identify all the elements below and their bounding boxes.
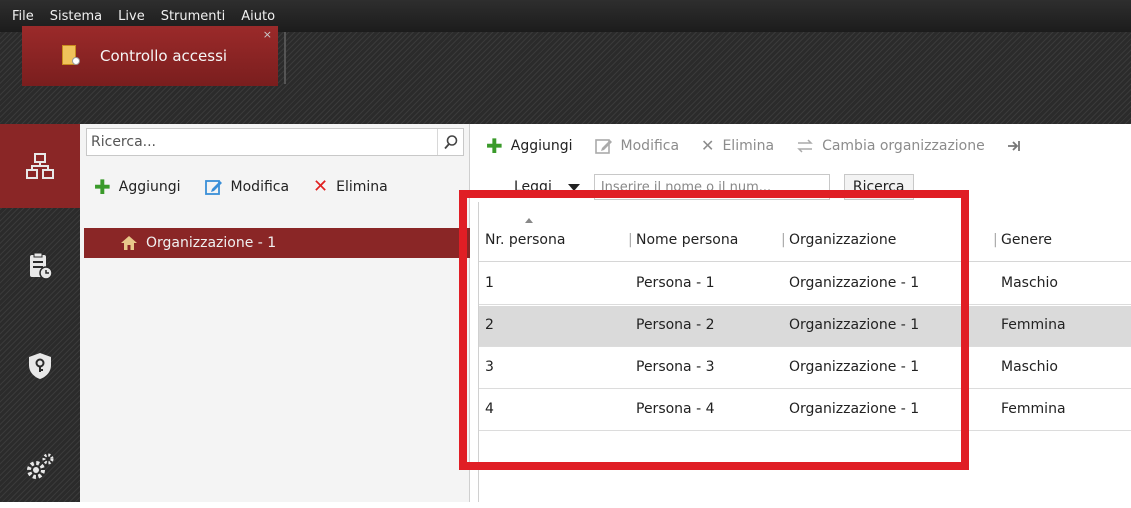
cell-nr: 1 [485,275,494,291]
sort-asc-icon [525,218,533,223]
table-row[interactable]: 1 Persona - 1 Organizzazione - 1 Maschio [479,264,1131,305]
search-icon[interactable] [437,129,463,155]
org-search [86,128,464,156]
menu-sistema[interactable]: Sistema [50,9,102,24]
cell-nr: 3 [485,359,494,375]
organization-panel: ✚ Aggiungi Modifica ✕ Elimina Organizzaz… [80,124,470,502]
tab-controllo-accessi[interactable]: Controllo accessi × [22,26,278,86]
add-label: Aggiungi [118,178,181,195]
add-person-label: Aggiungi [510,137,573,154]
change-organization-label: Cambia organizzazione [822,137,985,154]
add-person-button[interactable]: ✚ Aggiungi [486,133,573,158]
menu-aiuto[interactable]: Aiuto [241,9,275,24]
delete-icon: ✕ [701,136,715,155]
home-icon [121,236,137,250]
delete-label: Elimina [336,178,388,195]
import-button[interactable] [1007,139,1021,153]
column-separator: | [781,232,786,248]
clipboard-clock-icon [30,252,53,280]
edit-label: Modifica [230,178,290,195]
swap-icon [797,138,813,153]
org-search-input[interactable] [87,130,437,154]
delete-person-label: Elimina [722,137,775,154]
organization-icon [26,153,54,179]
edit-person-label: Modifica [620,137,680,154]
cell-nr: 4 [485,401,494,417]
table-row[interactable]: 2 Persona - 2 Organizzazione - 1 Femmina [479,306,1131,347]
import-icon [1007,140,1020,151]
table-row[interactable]: 4 Persona - 4 Organizzazione - 1 Femmina [479,390,1131,431]
cell-name: Persona - 1 [636,275,715,291]
cell-gender: Femmina [1001,401,1066,417]
column-header-name[interactable]: Nome persona [636,232,738,248]
person-toolbar: ✚ Aggiungi Modifica ✕ Elimina Cambia org… [486,133,1021,158]
cell-organization: Organizzazione - 1 [789,317,920,333]
column-separator: | [628,232,633,248]
cell-gender: Maschio [1001,275,1058,291]
table-header: Nr. persona | Nome persona | Organizzazi… [479,218,1131,262]
person-table: Nr. persona | Nome persona | Organizzazi… [478,202,1131,502]
permission-nav[interactable] [0,324,80,408]
delete-icon: ✕ [313,176,329,197]
column-header-gender[interactable]: Genere [1001,232,1052,248]
table-row[interactable]: 3 Persona - 3 Organizzazione - 1 Maschio [479,348,1131,389]
cell-gender: Maschio [1001,359,1058,375]
change-organization-button[interactable]: Cambia organizzazione [796,138,985,154]
person-search-input[interactable] [593,174,830,200]
cell-organization: Organizzazione - 1 [789,275,920,291]
cell-name: Persona - 2 [636,317,715,333]
organization-nav[interactable] [0,124,80,208]
settings-nav[interactable] [0,424,80,508]
delete-person-button[interactable]: ✕ Elimina [701,136,774,155]
cell-organization: Organizzazione - 1 [789,359,920,375]
cell-nr: 2 [485,317,494,333]
column-header-organization[interactable]: Organizzazione [789,232,896,248]
edit-icon [594,138,612,154]
plus-icon: ✚ [486,133,503,158]
menu-live[interactable]: Live [118,9,145,24]
access-control-icon [62,45,82,67]
menu-strumenti[interactable]: Strumenti [161,9,226,24]
shield-key-icon [29,353,51,379]
edit-icon [204,179,222,195]
tree-item-organization[interactable]: Organizzazione - 1 [84,228,470,258]
edit-org-button[interactable]: Modifica [204,178,290,195]
gears-icon [27,453,54,479]
tab-label: Controllo accessi [100,47,228,65]
side-rail [0,124,80,502]
plus-icon: ✚ [94,174,111,199]
search-button[interactable]: Ricerca [843,174,914,200]
column-header-nr[interactable]: Nr. persona [485,218,565,248]
cell-organization: Organizzazione - 1 [789,401,920,417]
cell-name: Persona - 3 [636,359,715,375]
dropdown-arrow-icon[interactable] [567,183,580,191]
menu-file[interactable]: File [12,9,34,24]
cell-name: Persona - 4 [636,401,715,417]
filter-dropdown-label[interactable]: Leggi [514,179,552,195]
close-icon[interactable]: × [263,28,272,41]
add-org-button[interactable]: ✚ Aggiungi [94,174,181,199]
tab-divider [284,32,286,84]
schedule-nav[interactable] [0,224,80,308]
org-toolbar: ✚ Aggiungi Modifica ✕ Elimina [94,176,388,197]
filter-row: Leggi Ricerca [514,174,914,200]
column-separator: | [993,232,998,248]
delete-org-button[interactable]: ✕ Elimina [313,176,388,197]
cell-gender: Femmina [1001,317,1066,333]
tree-item-label: Organizzazione - 1 [146,235,277,251]
edit-person-button[interactable]: Modifica [594,137,680,154]
